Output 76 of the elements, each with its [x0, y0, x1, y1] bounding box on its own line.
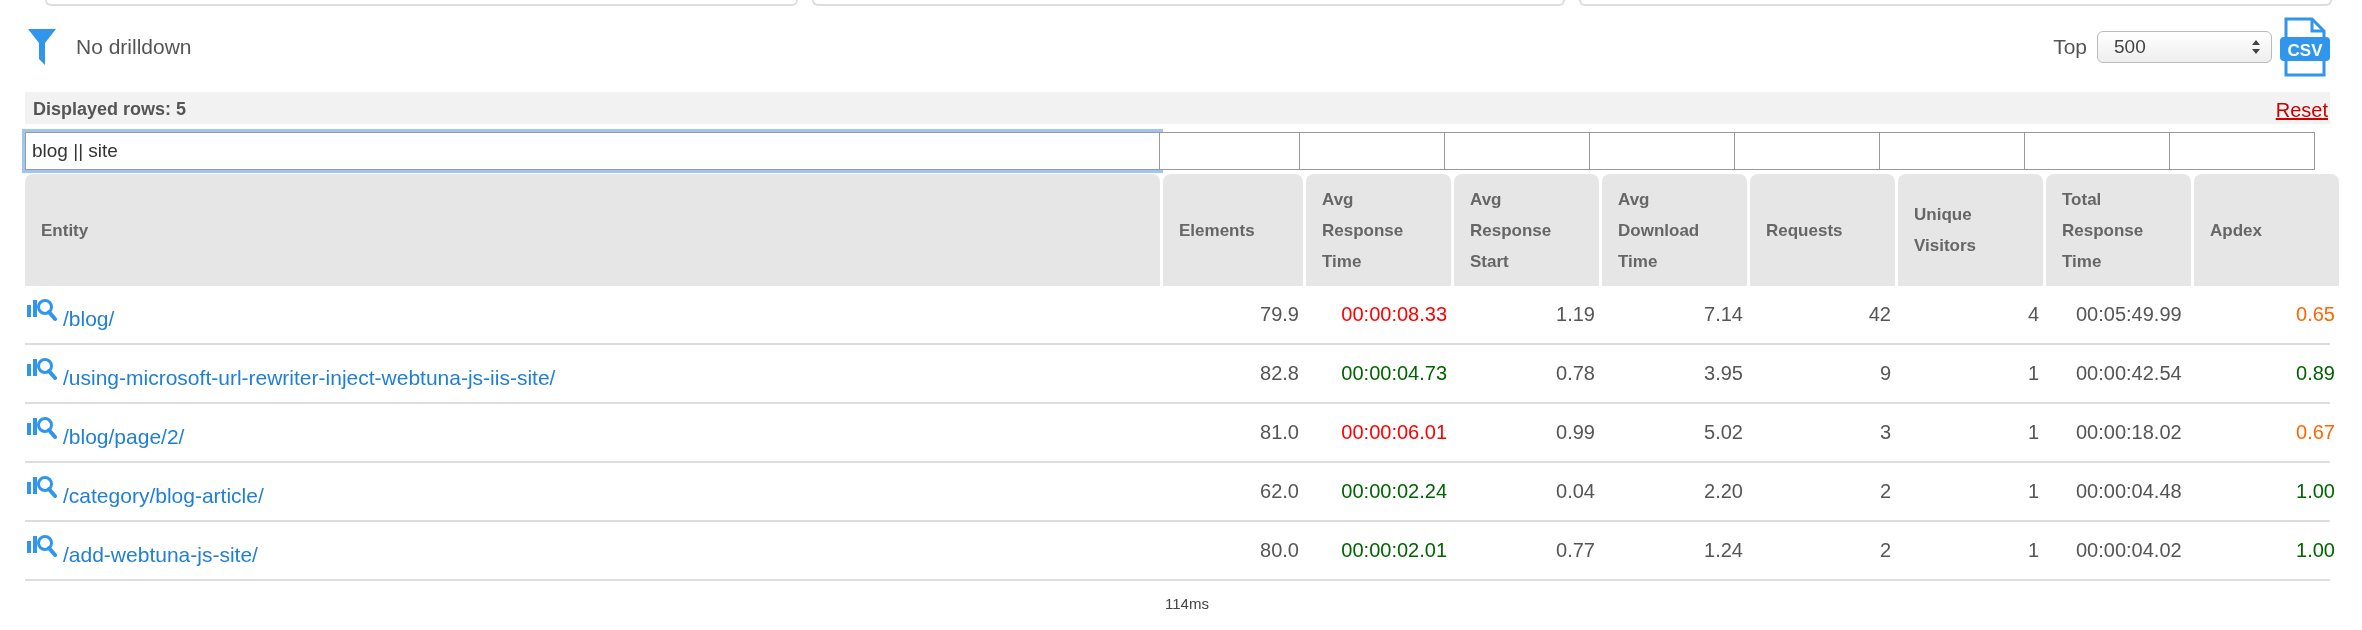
table-cell-text: 00:05:49.99: [2075, 303, 2183, 326]
entity-link[interactable]: /using-microsoft-url-rewriter-inject-webtuna-js-iis-site/: [63, 357, 556, 390]
column-filter-field[interactable]: blog || site: [25, 132, 1160, 170]
table-cell-text: 7.14: [1703, 303, 1744, 326]
table-cell-text: 1.24: [1703, 539, 1744, 562]
table-cell-text: 1: [2026, 362, 2040, 385]
table-cell-text: 2: [1878, 539, 1892, 562]
drill-search-icon[interactable]: [27, 473, 57, 500]
entity-link[interactable]: /blog/page/2/: [63, 416, 185, 449]
table-cell-text: 4: [2026, 303, 2040, 326]
table-cell-text: 00:00:02.24: [1340, 480, 1448, 503]
table-cell-text: 0.77: [1555, 539, 1596, 562]
table-cell-text: 1: [2026, 480, 2040, 503]
table-cell-text: 0.67: [2295, 421, 2336, 444]
table-cell-text: 9: [1878, 362, 1892, 385]
table-cell-text: 42: [1867, 303, 1892, 326]
column-filter-field[interactable]: [1444, 132, 1590, 170]
top-select[interactable]: 500: [2097, 31, 2272, 63]
table-cell-text: 1.00: [2295, 480, 2336, 503]
column-header[interactable]: Avg Response Start: [1454, 174, 1599, 286]
column-filter-field[interactable]: [1734, 132, 1880, 170]
table-cell-text: 79.9: [1259, 303, 1300, 326]
table-cell-text: 3.95: [1703, 362, 1744, 385]
drilldown-label: No drilldown: [76, 35, 192, 59]
entity-link[interactable]: /blog/: [63, 298, 115, 331]
table-cell-text: 3: [1878, 421, 1892, 444]
table-cell-text: 00:00:42.54: [2075, 362, 2183, 385]
table-cell-text: 00:00:18.02: [2075, 421, 2183, 444]
table-cell-text: 1.00: [2295, 539, 2336, 562]
column-header[interactable]: Requests: [1750, 174, 1895, 286]
table-cell-text: 00:00:04.73: [1340, 362, 1448, 385]
column-header[interactable]: Elements: [1163, 174, 1303, 286]
drill-search-icon[interactable]: [27, 414, 57, 441]
table-cell-text: 0.89: [2295, 362, 2336, 385]
displayed-rows-count: Displayed rows: 5: [33, 99, 187, 121]
drill-search-icon[interactable]: [27, 296, 57, 323]
table-cell-text: 2: [1878, 480, 1892, 503]
entity-link[interactable]: /add-webtuna-js-site/: [63, 534, 258, 567]
filter-icon[interactable]: [28, 29, 56, 65]
column-filter-field[interactable]: [2024, 132, 2170, 170]
table-cell-text: 62.0: [1259, 480, 1300, 503]
table-cell-text: 81.0: [1259, 421, 1300, 444]
table-cell-text: 00:00:02.01: [1340, 539, 1448, 562]
entity-link[interactable]: /category/blog-article/: [63, 475, 264, 508]
table-cell-text: 0.04: [1555, 480, 1596, 503]
table-cell-text: 1: [2026, 421, 2040, 444]
table-cell-text: 82.8: [1259, 362, 1300, 385]
table-cell-text: 0.65: [2295, 303, 2336, 326]
drill-search-icon[interactable]: [27, 355, 57, 382]
table-cell-text: 0.99: [1555, 421, 1596, 444]
timing-label: 114ms: [1165, 595, 1210, 612]
table-cell-text: 0.78: [1555, 362, 1596, 385]
drill-search-icon[interactable]: [27, 532, 57, 559]
column-filter-field[interactable]: [2169, 132, 2315, 170]
column-filter-field[interactable]: [1879, 132, 2025, 170]
column-header[interactable]: Avg Download Time: [1602, 174, 1747, 286]
column-filter-field[interactable]: [1299, 132, 1445, 170]
table-cell-text: 00:00:04.02: [2075, 539, 2183, 562]
table-cell-text: 1.19: [1555, 303, 1596, 326]
table-cell-text: 00:00:06.01: [1340, 421, 1448, 444]
table-cell-text: 00:00:04.48: [2075, 480, 2183, 503]
updown-arrows-icon: [2251, 39, 2261, 55]
top-label: Top: [2053, 35, 2087, 59]
column-header[interactable]: Entity: [25, 174, 1160, 286]
column-header[interactable]: Unique Visitors: [1898, 174, 2043, 286]
column-header[interactable]: Avg Response Time: [1306, 174, 1451, 286]
table-cell-text: 00:00:08.33: [1340, 303, 1448, 326]
column-header[interactable]: Total Response Time: [2046, 174, 2191, 286]
column-filter-field[interactable]: [1589, 132, 1735, 170]
table-cell-text: 2.20: [1703, 480, 1744, 503]
column-filter-field[interactable]: [1159, 132, 1300, 170]
reset-link[interactable]: Reset: [2275, 99, 2328, 124]
column-header[interactable]: Apdex: [2194, 174, 2339, 286]
table-cell-text: 80.0: [1259, 539, 1300, 562]
table-cell-text: 5.02: [1703, 421, 1744, 444]
table-cell-text: 1: [2026, 539, 2040, 562]
